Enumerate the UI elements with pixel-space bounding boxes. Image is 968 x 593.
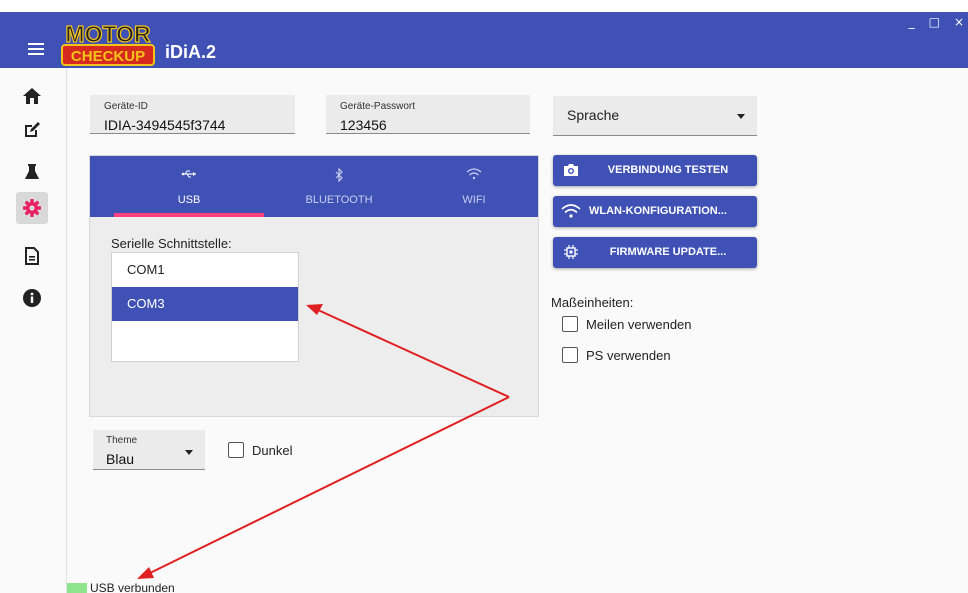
list-item[interactable]: COM3 xyxy=(112,287,298,321)
test-connection-label: VERBINDUNG TESTEN xyxy=(607,164,729,176)
flask-icon xyxy=(25,164,39,179)
tab-usb[interactable]: USB xyxy=(114,156,264,217)
chevron-down-icon xyxy=(737,114,745,119)
miles-checkbox[interactable] xyxy=(562,316,578,332)
dark-mode-label: Dunkel xyxy=(252,443,293,458)
logo-top-text: MOTOR xyxy=(65,21,151,47)
close-button[interactable]: × xyxy=(954,15,964,29)
tab-indicator xyxy=(114,213,264,217)
annotation-arrowhead xyxy=(137,567,154,579)
wifi-icon xyxy=(561,204,581,218)
document-icon xyxy=(25,247,39,265)
usb-icon xyxy=(181,170,196,178)
wlan-config-label: WLAN-KONFIGURATION... xyxy=(589,205,727,217)
menu-icon[interactable] xyxy=(28,43,44,55)
device-password-field[interactable]: Geräte-Passwort 123456 xyxy=(326,95,530,134)
status-text: USB verbunden xyxy=(90,581,175,593)
sidebar-item-home[interactable] xyxy=(16,80,48,112)
tab-usb-label: USB xyxy=(177,194,201,206)
sidebar xyxy=(0,68,67,593)
bluetooth-icon xyxy=(335,167,343,183)
chip-icon xyxy=(564,245,578,259)
logo-bottom-text: CHECKUP xyxy=(71,48,145,65)
sidebar-item-test[interactable] xyxy=(16,156,48,188)
firmware-update-label: FIRMWARE UPDATE... xyxy=(609,246,727,258)
sidebar-item-report[interactable] xyxy=(16,240,48,272)
units-label: Maßeinheiten: xyxy=(551,295,634,310)
device-id-field[interactable]: Geräte-ID IDIA-3494545f3744 xyxy=(90,95,295,134)
sidebar-item-settings[interactable] xyxy=(16,192,48,224)
wifi-icon xyxy=(466,168,482,180)
app-header: MOTOR CHECKUP iDiA.2 _ □ × xyxy=(0,0,968,68)
gear-icon xyxy=(23,199,41,217)
camera-icon xyxy=(564,164,578,176)
device-id-label: Geräte-ID xyxy=(104,101,148,112)
list-item[interactable]: COM1 xyxy=(112,253,298,287)
connection-tabs: USB BLUETOOTH WIFI xyxy=(90,156,538,217)
tab-wifi-label: WIFI xyxy=(462,194,486,206)
annotation-arrow-line xyxy=(149,396,510,574)
theme-select[interactable]: Theme Blau xyxy=(93,430,205,470)
edit-icon xyxy=(25,122,40,137)
theme-select-value: Blau xyxy=(106,451,135,467)
app-title: iDiA.2 xyxy=(165,42,217,62)
maximize-button[interactable]: □ xyxy=(929,15,940,29)
ps-checkbox-label: PS verwenden xyxy=(586,348,671,363)
tab-bluetooth[interactable]: BLUETOOTH xyxy=(264,156,414,217)
firmware-update-button[interactable]: FIRMWARE UPDATE... xyxy=(553,237,757,268)
serial-port-list: COM1 COM3 xyxy=(111,252,299,362)
app-window: MOTOR CHECKUP iDiA.2 _ □ × Geräte-ID IDI… xyxy=(0,0,968,593)
home-icon xyxy=(23,88,41,104)
language-select[interactable]: Sprache xyxy=(553,96,757,136)
dark-mode-checkbox[interactable] xyxy=(228,442,244,458)
minimize-button[interactable]: _ xyxy=(909,15,915,29)
status-bar: USB verbunden xyxy=(67,581,175,593)
connection-panel: USB BLUETOOTH WIFI Serielle Schnittstell… xyxy=(89,155,539,417)
wlan-config-button[interactable]: WLAN-KONFIGURATION... xyxy=(553,196,757,227)
chevron-down-icon xyxy=(185,450,193,455)
ps-checkbox[interactable] xyxy=(562,347,578,363)
miles-checkbox-label: Meilen verwenden xyxy=(586,317,692,332)
device-password-value: 123456 xyxy=(340,117,387,133)
info-icon xyxy=(23,289,41,307)
motor-checkup-logo: MOTOR CHECKUP xyxy=(61,20,155,66)
status-indicator xyxy=(67,583,87,593)
device-id-value: IDIA-3494545f3744 xyxy=(104,117,226,133)
window-controls: _ □ × xyxy=(909,15,964,29)
language-select-label: Sprache xyxy=(567,107,620,123)
sidebar-item-edit[interactable] xyxy=(16,114,48,146)
tab-wifi[interactable]: WIFI xyxy=(414,156,534,217)
device-password-label: Geräte-Passwort xyxy=(340,101,416,112)
theme-select-label: Theme xyxy=(106,435,138,446)
tab-bluetooth-label: BLUETOOTH xyxy=(305,194,373,206)
test-connection-button[interactable]: VERBINDUNG TESTEN xyxy=(553,155,757,186)
sidebar-item-info[interactable] xyxy=(16,282,48,314)
serial-port-label: Serielle Schnittstelle: xyxy=(111,236,232,251)
